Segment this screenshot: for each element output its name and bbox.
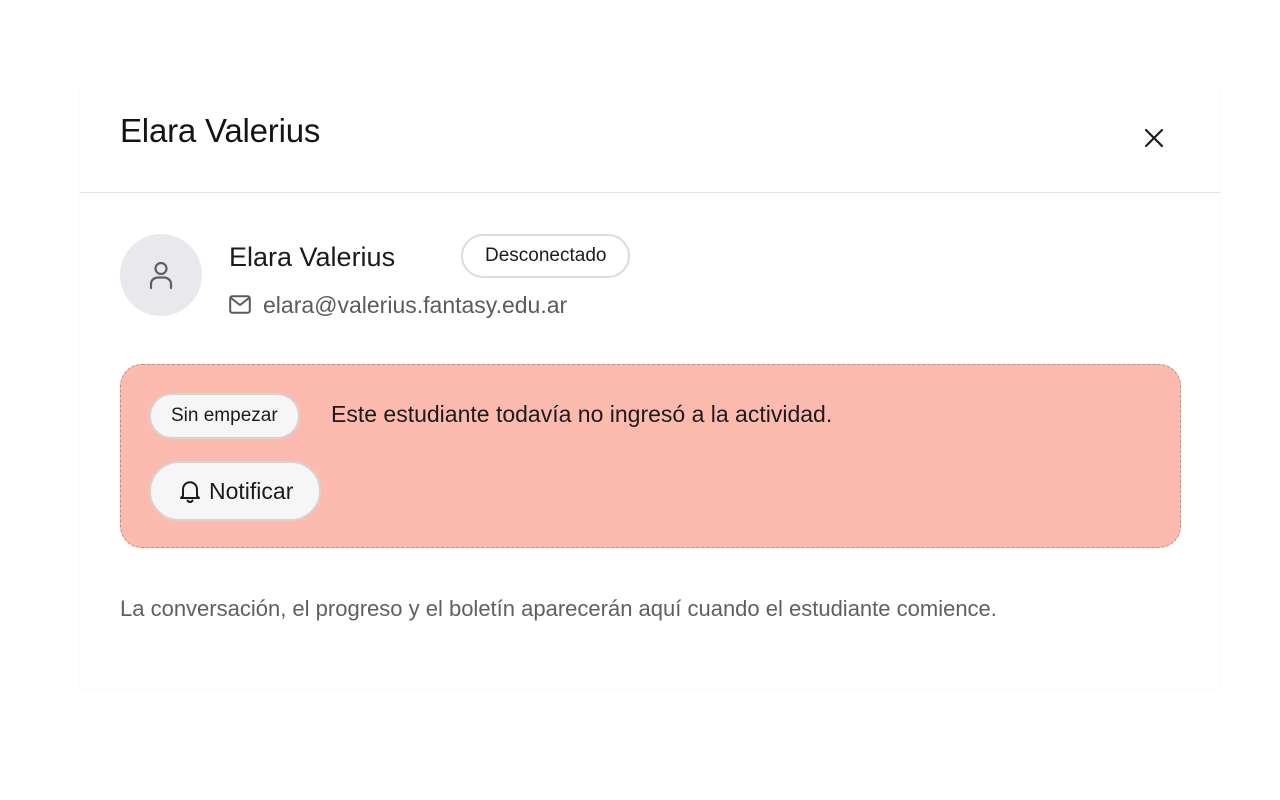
student-name: Elara Valerius <box>229 242 396 272</box>
user-icon <box>149 261 173 290</box>
student-email[interactable]: elara@valerius.fantasy.edu.ar <box>263 290 567 320</box>
progress-status-badge: Sin empezar <box>149 393 300 439</box>
bell-icon <box>180 481 200 503</box>
student-summary: Elara Valerius Desconectado elara@valeri… <box>120 234 1120 324</box>
status-badge: Desconectado <box>461 234 631 278</box>
not-started-alert: Sin empezar Este estudiante todavía no i… <box>120 364 1181 548</box>
avatar <box>120 234 202 316</box>
close-icon <box>1144 128 1164 148</box>
close-button[interactable] <box>1138 122 1170 154</box>
mail-icon <box>229 295 251 314</box>
page-title: Elara Valerius <box>120 112 321 149</box>
empty-state-note: La conversación, el progreso y el boletí… <box>120 596 997 621</box>
notify-button-label: Notificar <box>209 478 294 504</box>
student-detail-panel: Elara Valerius Elara Valerius Desconecta… <box>80 84 1220 688</box>
notify-button[interactable]: Notificar <box>149 461 322 521</box>
panel-header: Elara Valerius <box>80 84 1220 193</box>
alert-message: Este estudiante todavía no ingresó a la … <box>331 401 833 427</box>
